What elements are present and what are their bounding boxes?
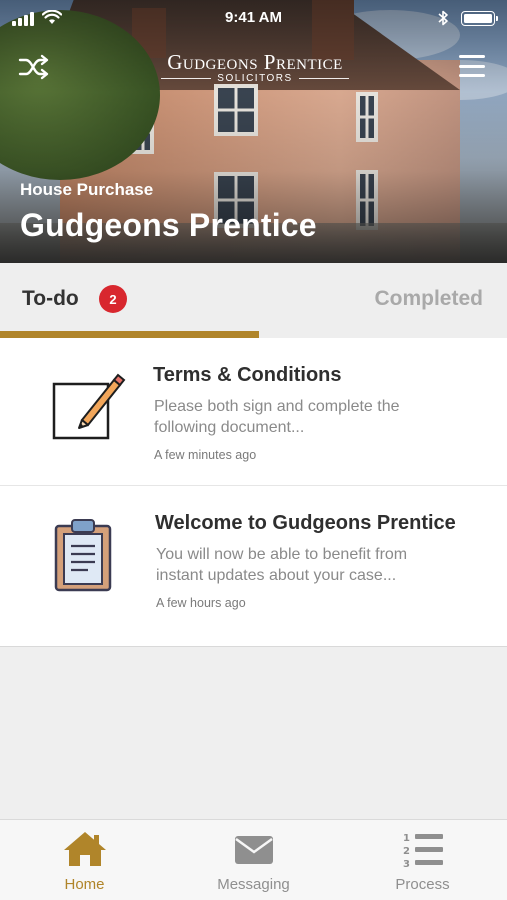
numbered-list-icon: 1 2 3 bbox=[403, 833, 443, 870]
bluetooth-icon bbox=[438, 10, 448, 26]
nav-label: Process bbox=[395, 876, 450, 893]
header-hero: 9:41 AM Gudgeons Prentice SOLICITORS Hou… bbox=[0, 0, 507, 263]
tab-todo[interactable]: To-do bbox=[22, 287, 79, 311]
home-icon bbox=[63, 832, 106, 866]
task-description: You will now be able to benefit from ins… bbox=[156, 546, 408, 584]
tab-bar: To-do 2 Completed bbox=[0, 263, 507, 338]
task-item-welcome[interactable]: Welcome to Gudgeons Prentice You will no… bbox=[0, 486, 507, 646]
task-timestamp: A few hours ago bbox=[156, 596, 246, 610]
todo-count-badge: 2 bbox=[99, 285, 127, 313]
task-list: Terms & Conditions Please both sign and … bbox=[0, 338, 507, 647]
nav-label: Messaging bbox=[217, 876, 290, 893]
svg-text:2: 2 bbox=[403, 846, 410, 857]
svg-text:1: 1 bbox=[403, 833, 410, 844]
bottom-navigation: Home Messaging 1 2 3 Process bbox=[0, 819, 507, 900]
status-bar: 9:41 AM bbox=[0, 0, 507, 36]
nav-home[interactable]: Home bbox=[0, 820, 169, 900]
clipboard-icon bbox=[54, 519, 112, 592]
case-title: Gudgeons Prentice bbox=[20, 207, 317, 243]
shuffle-icon[interactable] bbox=[18, 54, 50, 80]
firm-logo: Gudgeons Prentice SOLICITORS bbox=[140, 50, 370, 84]
task-title: Welcome to Gudgeons Prentice bbox=[155, 512, 456, 534]
logo-divider bbox=[298, 78, 349, 79]
nav-process[interactable]: 1 2 3 Process bbox=[338, 820, 507, 900]
logo-name: Gudgeons Prentice bbox=[167, 50, 343, 74]
nav-label: Home bbox=[64, 876, 105, 893]
logo-divider bbox=[161, 78, 212, 79]
task-item-terms[interactable]: Terms & Conditions Please both sign and … bbox=[0, 338, 507, 486]
task-timestamp: A few minutes ago bbox=[154, 448, 257, 462]
case-type: House Purchase bbox=[20, 180, 154, 199]
pencil-edit-icon bbox=[52, 373, 126, 440]
task-title: Terms & Conditions bbox=[153, 364, 342, 386]
nav-messaging[interactable]: Messaging bbox=[169, 820, 338, 900]
task-description: Please both sign and complete the follow… bbox=[154, 398, 400, 436]
hamburger-menu-icon[interactable] bbox=[459, 55, 485, 77]
active-tab-indicator bbox=[0, 331, 259, 338]
battery-icon bbox=[461, 11, 498, 26]
tab-completed[interactable]: Completed bbox=[374, 287, 483, 311]
status-time: 9:41 AM bbox=[225, 9, 282, 26]
logo-subtitle: SOLICITORS bbox=[217, 73, 293, 84]
svg-text:3: 3 bbox=[403, 859, 410, 870]
envelope-icon bbox=[234, 836, 273, 864]
